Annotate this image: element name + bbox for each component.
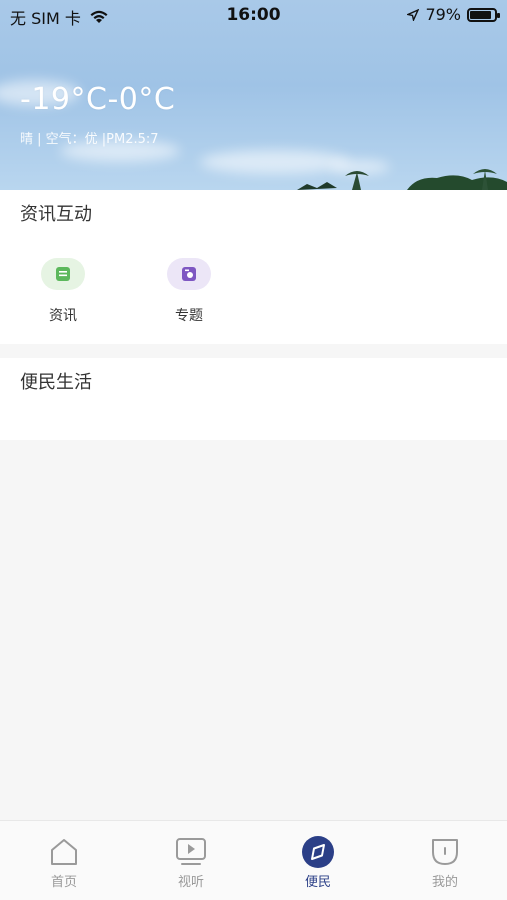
tab-video[interactable]: 视听 — [151, 835, 231, 890]
section-title: 便民生活 — [20, 372, 92, 393]
tab-label: 我的 — [431, 875, 458, 890]
tab-profile[interactable]: 我的 — [405, 835, 485, 890]
news-label: 资讯 — [49, 308, 77, 324]
location-arrow-icon — [407, 8, 420, 21]
status-bar: 无 SIM 卡 16:00 79% — [0, 0, 507, 30]
weather-details: 晴 | 空气：优 |PM2.5:7 — [20, 132, 159, 147]
battery-icon — [467, 7, 500, 22]
battery-percent: 79% — [425, 5, 461, 24]
compass-icon — [302, 836, 334, 868]
bottom-tab-bar: 首页 视听 便民 我的 — [0, 820, 507, 900]
tab-home[interactable]: 首页 — [24, 835, 104, 890]
topic-label: 专题 — [175, 308, 203, 324]
home-icon — [51, 839, 77, 865]
tab-label: 视听 — [177, 875, 204, 890]
news-grid-item[interactable]: 资讯 — [23, 258, 103, 325]
weather-header: 无 SIM 卡 16:00 79% -19°C-0°C 晴 | 空气：优 |PM… — [0, 0, 507, 190]
tab-label: 首页 — [50, 875, 77, 890]
section-title: 资讯互动 — [20, 204, 92, 225]
trees-silhouette — [297, 169, 507, 190]
battery-level — [470, 10, 491, 19]
convenience-life-section: 便民生活 — [0, 358, 507, 440]
video-icon — [176, 838, 206, 865]
news-interaction-section: 资讯互动 资讯 专题 — [0, 190, 507, 344]
topic-icon — [167, 258, 211, 290]
topic-grid-item[interactable]: 专题 — [149, 258, 229, 325]
tab-convenience[interactable]: 便民 — [278, 835, 358, 890]
news-icon — [41, 258, 85, 290]
tab-label: 便民 — [304, 875, 331, 890]
profile-icon — [432, 839, 458, 865]
temperature-range: -19°C-0°C — [20, 82, 176, 117]
